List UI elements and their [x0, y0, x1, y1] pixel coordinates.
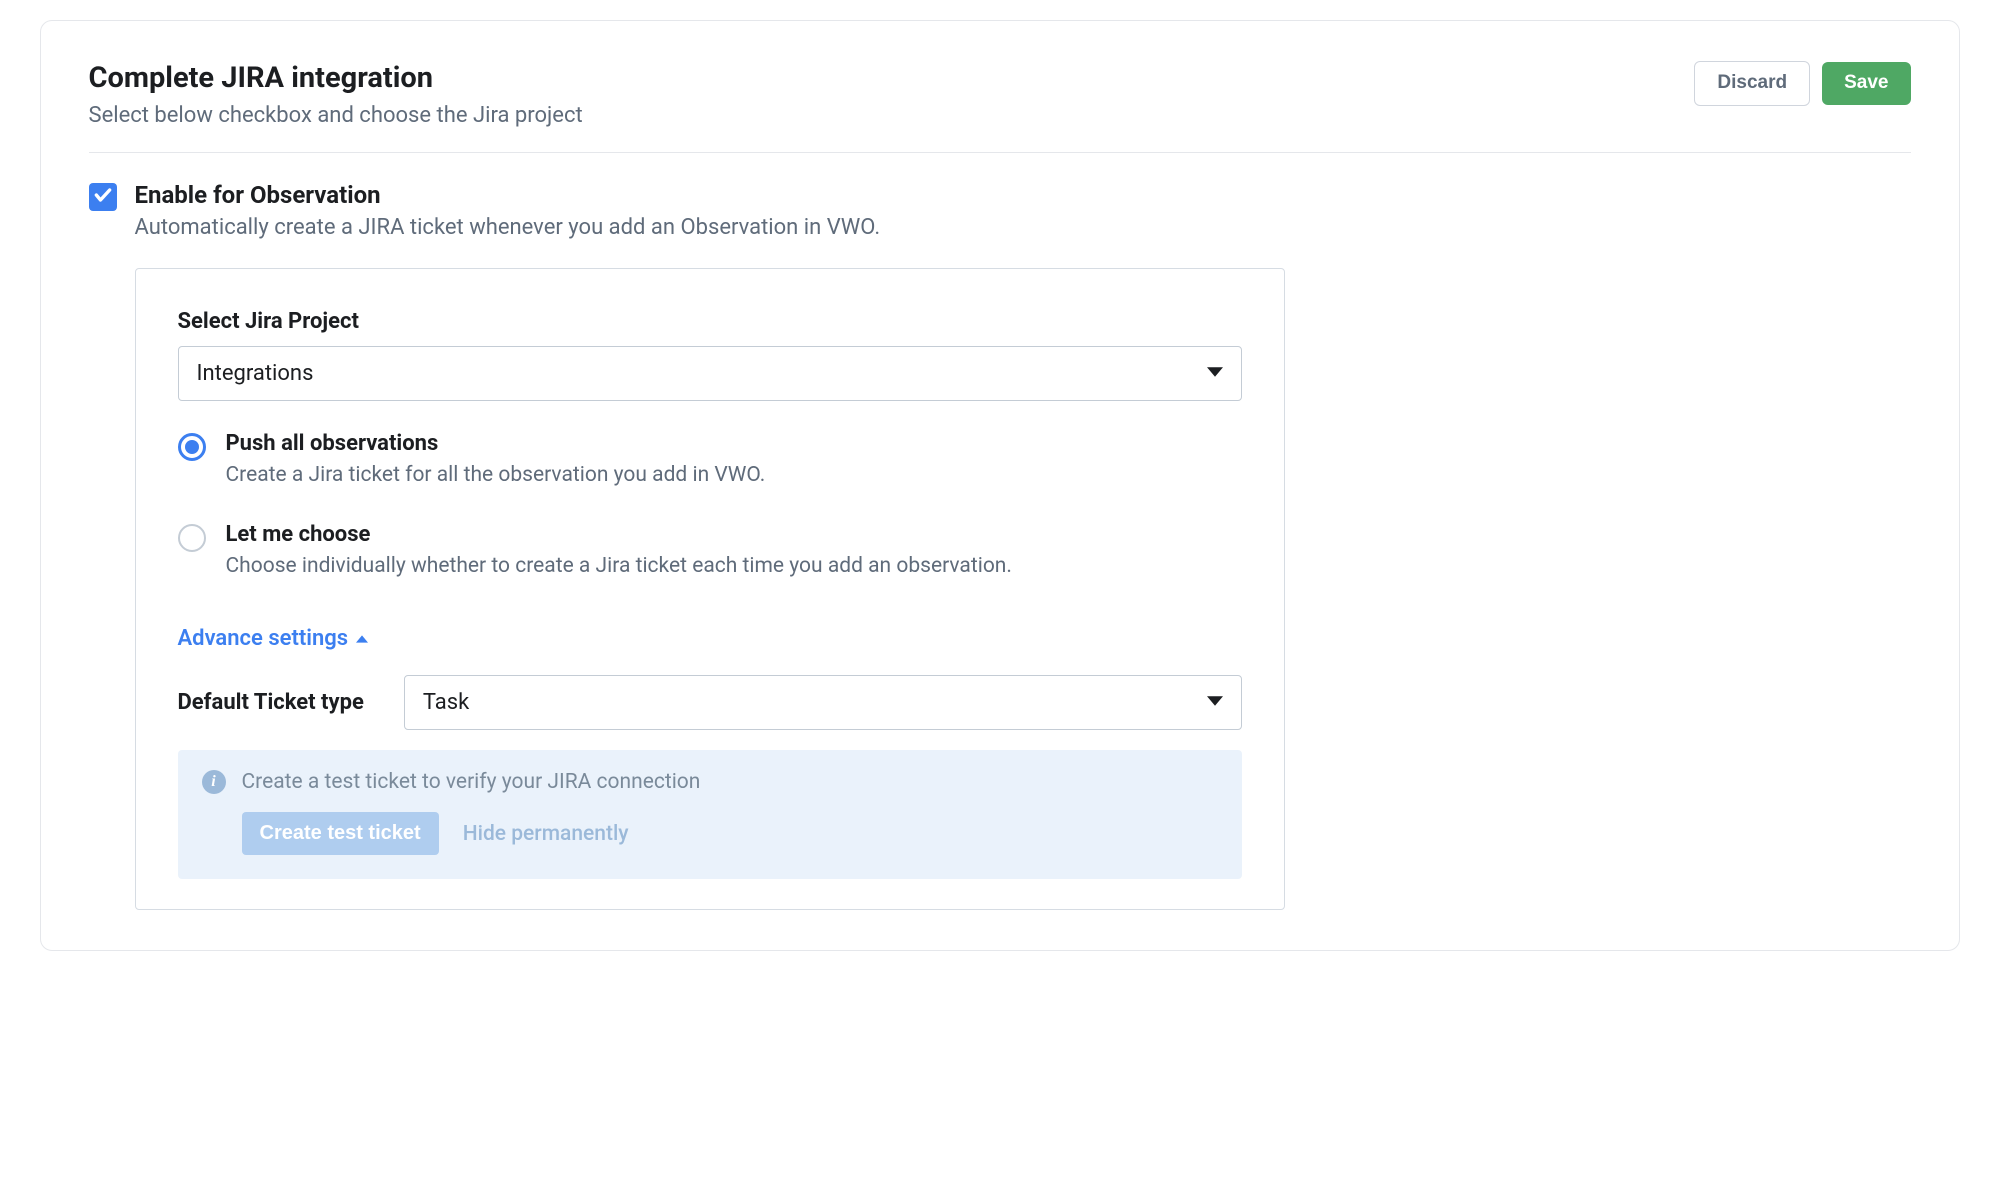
create-test-ticket-button[interactable]: Create test ticket [242, 812, 439, 855]
check-icon [93, 185, 113, 209]
caret-up-icon [356, 626, 368, 651]
radio-let-me-choose[interactable]: Let me choose Choose individually whethe… [178, 522, 1242, 583]
project-select-value: Integrations [197, 361, 314, 386]
enable-description: Automatically create a JIRA ticket whene… [135, 215, 1911, 240]
info-text: Create a test ticket to verify your JIRA… [242, 770, 701, 794]
info-box-header: i Create a test ticket to verify your JI… [202, 770, 1218, 794]
info-actions: Create test ticket Hide permanently [242, 812, 1218, 855]
radio-let-me-choose-content: Let me choose Choose individually whethe… [226, 522, 1242, 583]
project-label: Select Jira Project [178, 309, 1242, 334]
test-ticket-info-box: i Create a test ticket to verify your JI… [178, 750, 1242, 879]
save-button[interactable]: Save [1822, 62, 1910, 105]
integration-panel: Complete JIRA integration Select below c… [40, 20, 1960, 951]
radio-let-me-choose-input[interactable] [178, 524, 206, 552]
enable-label-wrap: Enable for Observation Automatically cre… [135, 181, 1911, 240]
enable-checkbox-row: Enable for Observation Automatically cre… [89, 181, 1911, 240]
advance-settings-toggle[interactable]: Advance settings [178, 626, 369, 651]
info-icon: i [202, 770, 226, 794]
radio-push-all-content: Push all observations Create a Jira tick… [226, 431, 1242, 492]
ticket-type-row: Default Ticket type Task [178, 675, 1242, 730]
radio-let-me-choose-title: Let me choose [226, 522, 1242, 547]
header-row: Complete JIRA integration Select below c… [89, 61, 1911, 128]
enable-title: Enable for Observation [135, 181, 1911, 209]
config-card: Select Jira Project Integrations Push al… [135, 268, 1285, 910]
ticket-type-label: Default Ticket type [178, 690, 364, 715]
chevron-down-icon [1207, 690, 1223, 715]
radio-push-all-title: Push all observations [226, 431, 1242, 456]
project-select[interactable]: Integrations [178, 346, 1242, 401]
discard-button[interactable]: Discard [1694, 61, 1810, 106]
radio-push-all-input[interactable] [178, 433, 206, 461]
header-text: Complete JIRA integration Select below c… [89, 61, 1695, 128]
radio-let-me-choose-desc: Choose individually whether to create a … [226, 551, 1242, 583]
ticket-type-select-value: Task [423, 690, 469, 715]
radio-push-all-desc: Create a Jira ticket for all the observa… [226, 460, 1242, 492]
page-subtitle: Select below checkbox and choose the Jir… [89, 103, 1695, 128]
advance-settings-label: Advance settings [178, 626, 349, 651]
header-actions: Discard Save [1694, 61, 1910, 106]
ticket-type-select[interactable]: Task [404, 675, 1242, 730]
radio-push-all[interactable]: Push all observations Create a Jira tick… [178, 431, 1242, 492]
divider [89, 152, 1911, 153]
enable-checkbox[interactable] [89, 183, 117, 211]
hide-permanently-link[interactable]: Hide permanently [463, 822, 629, 846]
chevron-down-icon [1207, 361, 1223, 386]
page-title: Complete JIRA integration [89, 61, 1695, 95]
